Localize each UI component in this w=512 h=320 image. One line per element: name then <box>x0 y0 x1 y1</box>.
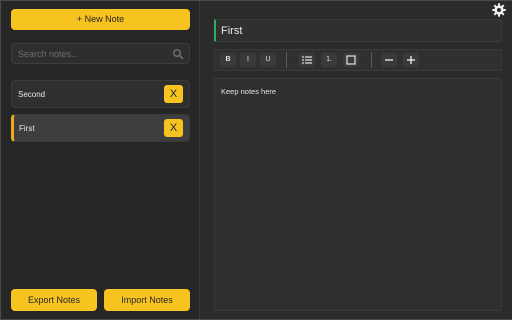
search-box[interactable] <box>11 43 190 64</box>
numbered-list-button[interactable]: 1. <box>321 53 337 67</box>
plus-icon <box>407 56 415 64</box>
bullet-list-icon <box>302 56 312 64</box>
note-item-first[interactable]: First X <box>11 114 190 142</box>
import-notes-button[interactable]: Import Notes <box>104 289 190 311</box>
bold-button[interactable]: B <box>220 53 236 67</box>
export-notes-button[interactable]: Export Notes <box>11 289 97 311</box>
note-title: Second <box>18 90 46 99</box>
note-title-input[interactable] <box>221 23 491 39</box>
format-toolbar: B I U 1. <box>214 49 502 71</box>
note-item-second[interactable]: Second X <box>11 80 190 108</box>
notes-app: + New Note Second X First X Export Notes… <box>0 0 512 320</box>
gear-icon[interactable] <box>492 3 506 17</box>
increase-button[interactable] <box>403 53 419 67</box>
new-note-button[interactable]: + New Note <box>11 9 190 30</box>
toolbar-divider <box>371 52 372 68</box>
note-title: First <box>19 124 35 133</box>
note-title-field[interactable] <box>214 19 502 42</box>
search-icon[interactable] <box>172 48 184 60</box>
search-input[interactable] <box>18 47 168 61</box>
main-panel: B I U 1. <box>201 1 512 319</box>
editor-content[interactable]: Keep notes here <box>221 87 276 96</box>
bullet-list-button[interactable] <box>299 53 315 67</box>
delete-note-button[interactable]: X <box>164 85 183 103</box>
checkbox-icon <box>346 55 356 65</box>
minus-icon <box>385 59 393 61</box>
italic-button[interactable]: I <box>240 53 256 67</box>
sidebar: + New Note Second X First X Export Notes… <box>1 1 200 319</box>
underline-button[interactable]: U <box>260 53 276 67</box>
toolbar-divider <box>286 52 287 68</box>
checkbox-button[interactable] <box>343 53 359 67</box>
decrease-button[interactable] <box>381 53 397 67</box>
note-editor[interactable]: Keep notes here <box>214 78 502 311</box>
delete-note-button[interactable]: X <box>164 119 183 137</box>
